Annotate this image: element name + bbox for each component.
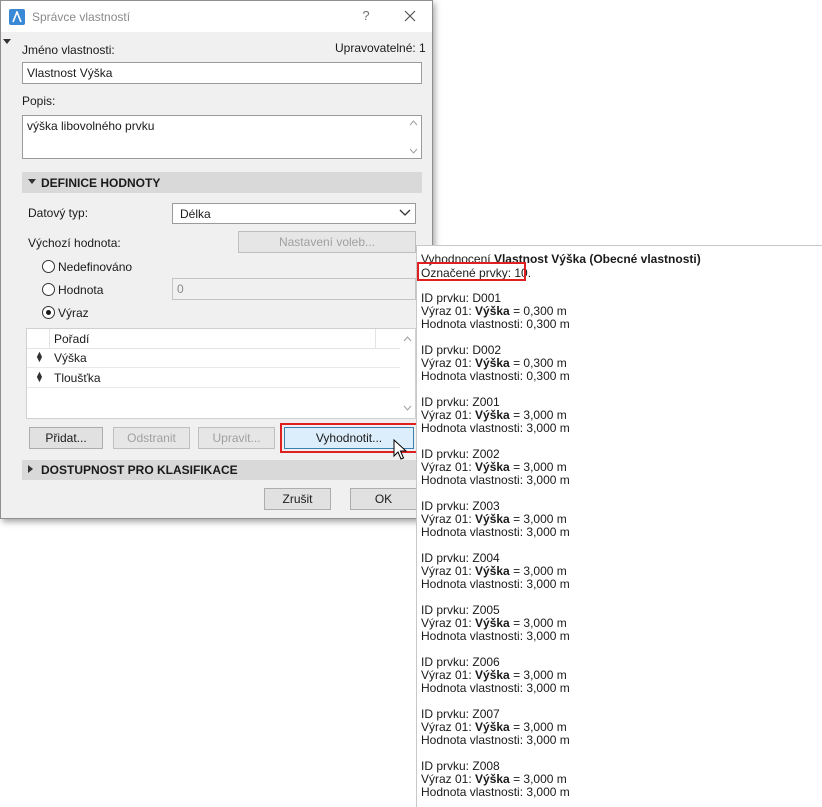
description-text: výška libovolného prvku	[27, 119, 155, 133]
app-logo-icon	[9, 9, 25, 25]
property-value-line: Hodnota vlastnosti: 3,000 m	[421, 525, 570, 539]
property-value-line: Hodnota vlastnosti: 0,300 m	[421, 317, 570, 331]
list-scrollbar[interactable]	[400, 329, 415, 418]
property-value-line: Hodnota vlastnosti: 3,000 m	[421, 681, 570, 695]
option-settings-button[interactable]: Nastavení voleb...	[238, 231, 416, 253]
list-header: Pořadí	[27, 329, 401, 349]
radio-value-label: Hodnota	[58, 283, 104, 297]
close-icon[interactable]	[400, 6, 420, 26]
expression-line: Výraz 01: Výška = 3,000 m	[421, 616, 567, 630]
description-label: Popis:	[22, 94, 56, 108]
property-value-line: Hodnota vlastnosti: 0,300 m	[421, 369, 570, 383]
radio-undefined[interactable]	[42, 260, 55, 273]
element-id-line: ID prvku: D002	[421, 343, 502, 357]
remove-button[interactable]: Odstranit	[113, 427, 190, 449]
expanded-triangle-icon	[28, 179, 36, 184]
expression-line: Výraz 01: Výška = 3,000 m	[421, 408, 567, 422]
element-id-line: ID prvku: Z003	[421, 499, 500, 513]
mouse-cursor-icon	[393, 439, 407, 460]
chevron-down-icon	[399, 209, 411, 216]
editable-count: Upravovatelné: 1	[335, 41, 426, 55]
property-value-line: Hodnota vlastnosti: 3,000 m	[421, 473, 570, 487]
section-title: DEFINICE HODNOTY	[41, 176, 161, 190]
property-name-label: Jméno vlastnosti:	[22, 43, 115, 57]
expression-line: Výraz 01: Výška = 3,000 m	[421, 564, 567, 578]
data-type-label: Datový typ:	[28, 206, 89, 220]
evaluation-results-panel: Vyhodnocení Vlastnost Výška (Obecné vlas…	[416, 245, 822, 807]
expression-list[interactable]: Pořadí ▲ ▼ Výška ▲ ▼ Tloušťka	[26, 328, 416, 419]
radio-expression-label: Výraz	[58, 306, 89, 320]
expression-line: Výraz 01: Výška = 3,000 m	[421, 772, 567, 786]
element-id-line: ID prvku: Z005	[421, 603, 500, 617]
element-id-line: ID prvku: Z007	[421, 707, 500, 721]
list-item[interactable]: ▲ ▼ Výška	[27, 348, 401, 368]
element-id-line: ID prvku: Z008	[421, 759, 500, 773]
expression-line: Výraz 01: Výška = 3,000 m	[421, 720, 567, 734]
edit-button[interactable]: Upravit...	[198, 427, 275, 449]
element-id-line: ID prvku: D001	[421, 291, 502, 305]
property-manager-dialog: Správce vlastností ? Jméno vlastnosti: U…	[0, 0, 433, 519]
data-type-value: Délka	[180, 207, 211, 221]
description-textarea[interactable]: výška libovolného prvku	[22, 115, 422, 159]
property-value-line: Hodnota vlastnosti: 3,000 m	[421, 733, 570, 747]
selected-count-highlight-box	[417, 262, 526, 281]
property-value-line: Hodnota vlastnosti: 3,000 m	[421, 577, 570, 591]
help-button[interactable]: ?	[356, 6, 376, 26]
description-scrollbar[interactable]	[406, 116, 421, 158]
radio-expression[interactable]	[42, 306, 55, 319]
element-id-line: ID prvku: Z001	[421, 395, 500, 409]
value-input[interactable]: 0	[172, 278, 416, 300]
list-item-label: Výška	[54, 351, 87, 365]
property-value-line: Hodnota vlastnosti: 3,000 m	[421, 785, 570, 799]
data-type-select[interactable]: Délka	[172, 203, 416, 224]
reorder-icon[interactable]: ▲ ▼	[35, 370, 44, 384]
property-name-input[interactable]: Vlastnost Výška	[22, 62, 422, 84]
section-title: DOSTUPNOST PRO KLASIFIKACE	[41, 463, 238, 477]
ok-button[interactable]: OK	[350, 488, 417, 510]
dialog-title: Správce vlastností	[32, 10, 131, 24]
default-value-label: Výchozí hodnota:	[28, 236, 121, 250]
collapsed-triangle-icon	[28, 465, 33, 473]
reorder-icon[interactable]: ▲ ▼	[35, 350, 44, 364]
value-definition-section[interactable]: DEFINICE HODNOTY	[22, 172, 422, 193]
order-column-header[interactable]: Pořadí	[54, 332, 89, 346]
radio-value[interactable]	[42, 283, 55, 296]
cancel-button[interactable]: Zrušit	[264, 488, 331, 510]
property-value-line: Hodnota vlastnosti: 3,000 m	[421, 629, 570, 643]
radio-undefined-label: Nedefinováno	[58, 260, 133, 274]
list-item-label: Tloušťka	[54, 371, 101, 385]
expression-line: Výraz 01: Výška = 3,000 m	[421, 460, 567, 474]
expression-line: Výraz 01: Výška = 3,000 m	[421, 668, 567, 682]
element-id-line: ID prvku: Z006	[421, 655, 500, 669]
classification-section[interactable]: DOSTUPNOST PRO KLASIFIKACE	[22, 460, 422, 480]
title-bar: Správce vlastností ?	[1, 1, 432, 32]
property-value-line: Hodnota vlastnosti: 3,000 m	[421, 421, 570, 435]
expression-line: Výraz 01: Výška = 3,000 m	[421, 512, 567, 526]
element-id-line: ID prvku: Z002	[421, 447, 500, 461]
list-item[interactable]: ▲ ▼ Tloušťka	[27, 368, 401, 388]
collapse-arrow-icon[interactable]	[3, 39, 11, 44]
expression-line: Výraz 01: Výška = 0,300 m	[421, 356, 567, 370]
add-button[interactable]: Přidat...	[29, 427, 103, 449]
element-id-line: ID prvku: Z004	[421, 551, 500, 565]
expression-line: Výraz 01: Výška = 0,300 m	[421, 304, 567, 318]
